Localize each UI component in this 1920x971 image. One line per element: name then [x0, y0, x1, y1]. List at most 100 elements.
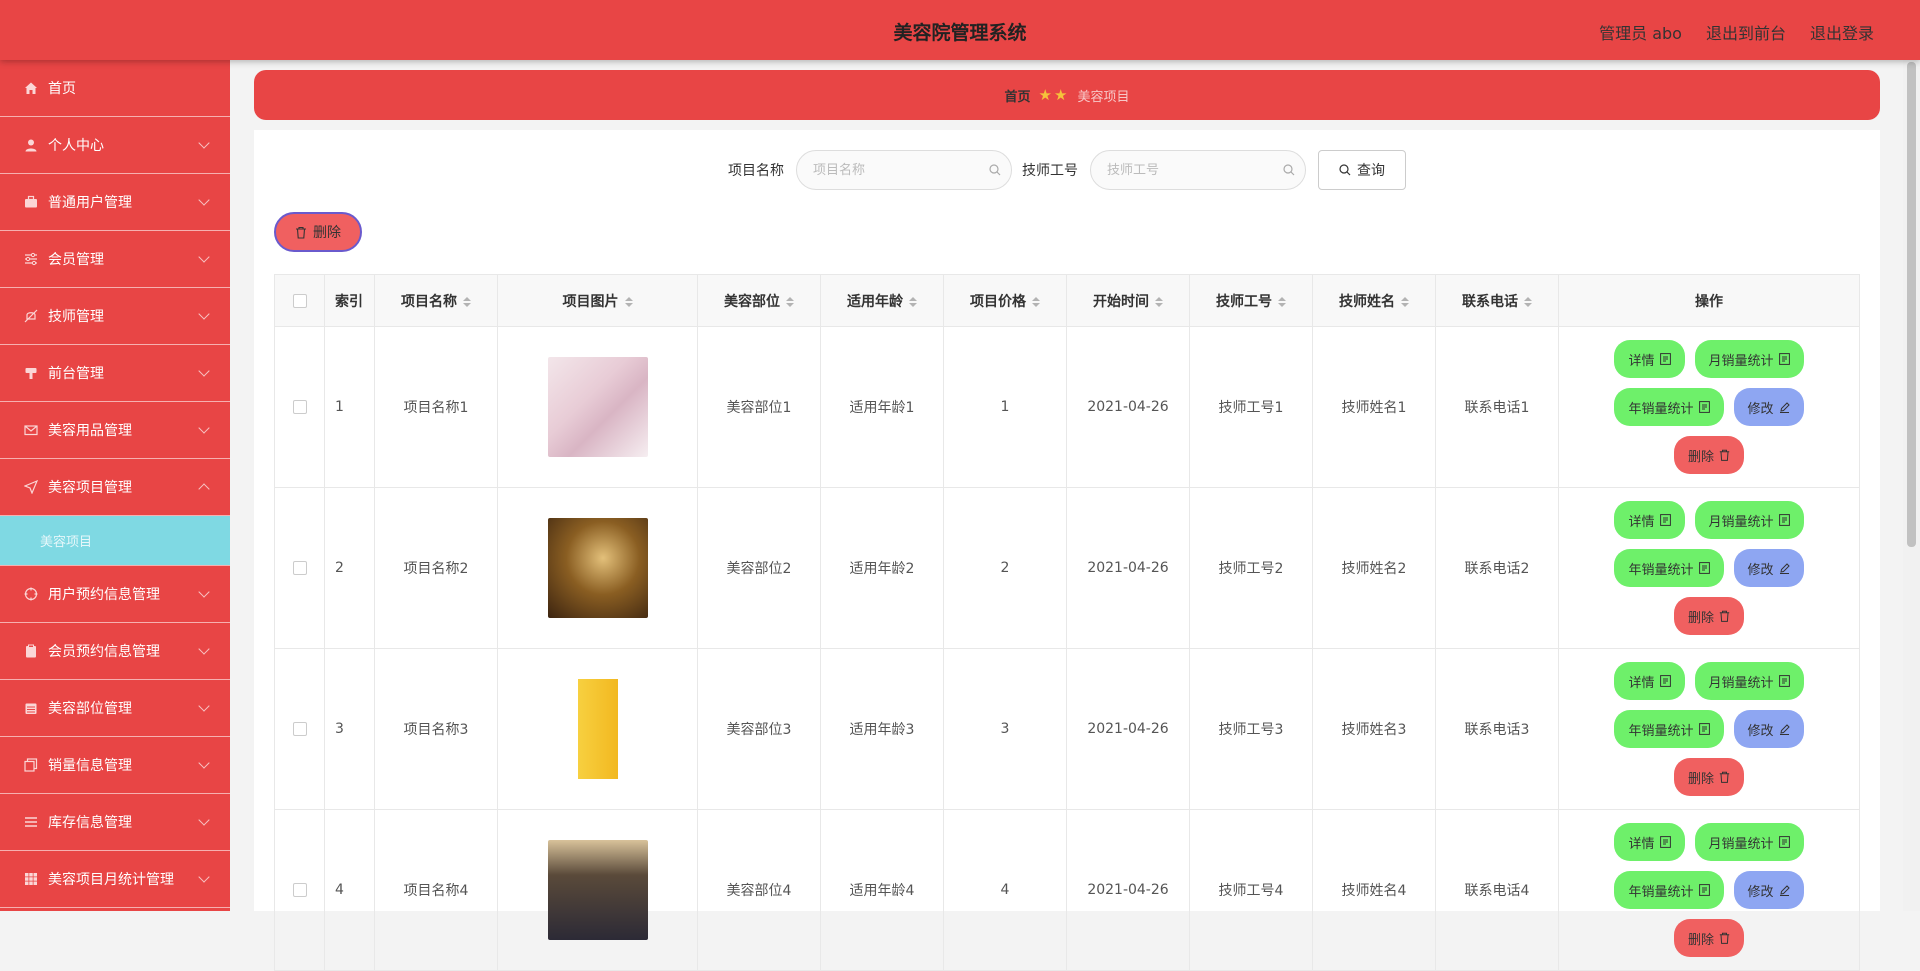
delete-button[interactable]: 删除 — [1673, 758, 1744, 796]
monthly-sales-button[interactable]: 月销量统计 — [1694, 662, 1804, 700]
logout-link[interactable]: 退出登录 — [1810, 20, 1874, 44]
technician-id-input[interactable] — [1091, 151, 1271, 189]
monthly-sales-button[interactable]: 月销量统计 — [1694, 823, 1804, 861]
cell-start-time: 2021-04-26 — [1066, 326, 1190, 488]
column-header-part[interactable]: 美容部位 — [697, 274, 821, 327]
delete-button[interactable]: 删除 — [1673, 597, 1744, 635]
column-header-technician-id[interactable]: 技师工号 — [1189, 274, 1313, 327]
column-header-label: 项目名称 — [401, 293, 457, 310]
monthly-sales-button[interactable]: 月销量统计 — [1694, 501, 1804, 539]
search-icon — [1283, 164, 1295, 176]
project-image[interactable] — [547, 518, 648, 618]
detail-button[interactable]: 详情 — [1614, 501, 1685, 539]
cell-phone: 联系电话1 — [1435, 326, 1559, 488]
sort-icon — [1155, 296, 1163, 307]
sidebar-item-inventory[interactable]: 库存信息管理 — [0, 794, 230, 851]
cell-technician-name: 技师姓名2 — [1312, 487, 1436, 649]
bulk-delete-button[interactable]: 删除 — [274, 212, 362, 252]
sidebar-item-profile[interactable]: 个人中心 — [0, 117, 230, 174]
project-image[interactable] — [547, 840, 648, 940]
column-header-label: 项目图片 — [562, 293, 619, 310]
cell-technician-id: 技师工号3 — [1189, 648, 1313, 810]
edit-button[interactable]: 修改 — [1733, 710, 1804, 748]
sidebar-item-members[interactable]: 会员管理 — [0, 231, 230, 288]
sidebar-item-user-appointments[interactable]: 用户预约信息管理 — [0, 566, 230, 623]
admin-user-label[interactable]: 管理员 abo — [1599, 20, 1682, 44]
document-icon — [1778, 836, 1790, 848]
select-all-checkbox[interactable] — [292, 293, 307, 308]
delete-button[interactable]: 删除 — [1673, 436, 1744, 474]
column-header-label: 项目价格 — [970, 293, 1026, 310]
project-name-input[interactable] — [797, 151, 977, 189]
delete-button-label: 删除 — [1687, 771, 1714, 787]
technician-id-label: 技师工号 — [1022, 163, 1078, 179]
yearly-sales-button[interactable]: 年销量统计 — [1614, 549, 1724, 587]
detail-button[interactable]: 详情 — [1614, 823, 1685, 861]
breadcrumb-home[interactable]: 首页 — [1005, 86, 1031, 105]
chevron-down-icon — [198, 757, 210, 769]
column-header-start-time[interactable]: 开始时间 — [1066, 274, 1190, 327]
main-panel: 项目名称 技师工号 查询 删除 索引 项目名称 项目图片 美容部位 适用年龄 — [254, 130, 1880, 971]
technician-id-field — [1090, 150, 1306, 190]
detail-button[interactable]: 详情 — [1614, 340, 1685, 378]
project-image[interactable] — [547, 679, 648, 779]
top-bar: 美容院管理系统 管理员 abo 退出到前台 退出登录 — [0, 0, 1920, 60]
sidebar-item-beauty-parts[interactable]: 美容部位管理 — [0, 680, 230, 737]
edit-button[interactable]: 修改 — [1733, 871, 1804, 909]
yearly-sales-button[interactable]: 年销量统计 — [1614, 871, 1724, 909]
edit-button-label: 修改 — [1747, 884, 1774, 900]
page-scrollbar[interactable] — [1903, 60, 1920, 911]
cell-index: 4 — [324, 809, 375, 971]
sidebar-item-beauty-projects[interactable]: 美容项目管理 — [0, 459, 230, 516]
yearly-sales-button[interactable]: 年销量统计 — [1614, 388, 1724, 426]
send-icon — [22, 478, 40, 496]
scrollbar-thumb[interactable] — [1907, 62, 1916, 547]
sidebar: 首页 个人中心 普通用户管理 会员管理 技师管理 前台管理 美容用品管理 美容项… — [0, 60, 230, 911]
sidebar-item-users[interactable]: 普通用户管理 — [0, 174, 230, 231]
project-name-label: 项目名称 — [728, 163, 784, 179]
column-header-image[interactable]: 项目图片 — [497, 274, 698, 327]
row-checkbox[interactable] — [292, 883, 307, 897]
sidebar-item-home[interactable]: 首页 — [0, 60, 230, 117]
yearly-sales-button[interactable]: 年销量统计 — [1614, 710, 1724, 748]
row-checkbox[interactable] — [292, 561, 307, 575]
row-checkbox[interactable] — [292, 400, 307, 414]
sidebar-item-member-appointments[interactable]: 会员预约信息管理 — [0, 623, 230, 680]
sidebar-item-beauty-supplies[interactable]: 美容用品管理 — [0, 402, 230, 459]
column-header-technician-name[interactable]: 技师姓名 — [1312, 274, 1436, 327]
cell-image — [497, 648, 698, 810]
exit-to-front-link[interactable]: 退出到前台 — [1706, 20, 1786, 44]
cell-technician-name: 技师姓名4 — [1312, 809, 1436, 971]
detail-button[interactable]: 详情 — [1614, 662, 1685, 700]
sidebar-item-monthly-stats[interactable]: 美容项目月统计管理 — [0, 851, 230, 908]
chevron-down-icon — [198, 814, 210, 826]
query-button[interactable]: 查询 — [1318, 150, 1406, 190]
sidebar-item-front-desk[interactable]: 前台管理 — [0, 345, 230, 402]
column-header-age[interactable]: 适用年龄 — [820, 274, 944, 327]
sort-icon — [1278, 296, 1286, 307]
yearly-sales-label: 年销量统计 — [1628, 562, 1694, 578]
sidebar-item-sales-info[interactable]: 销量信息管理 — [0, 737, 230, 794]
column-header-price[interactable]: 项目价格 — [943, 274, 1067, 327]
monthly-sales-button[interactable]: 月销量统计 — [1694, 340, 1804, 378]
cell-age: 适用年龄3 — [820, 648, 944, 810]
cell-price: 4 — [943, 809, 1067, 971]
trash-icon — [1719, 771, 1730, 783]
edit-button[interactable]: 修改 — [1733, 549, 1804, 587]
column-header-phone[interactable]: 联系电话 — [1435, 274, 1559, 327]
column-header-name[interactable]: 项目名称 — [374, 274, 498, 327]
delete-button[interactable]: 删除 — [1673, 919, 1744, 957]
edit-button-label: 修改 — [1747, 562, 1774, 578]
row-checkbox[interactable] — [292, 722, 307, 736]
chevron-down-icon — [198, 137, 210, 149]
row-select-cell — [274, 648, 325, 810]
sidebar-subitem-beauty-project[interactable]: 美容项目 — [0, 516, 230, 566]
cell-part: 美容部位3 — [697, 648, 821, 810]
chevron-down-icon — [198, 365, 210, 377]
cell-operations: 详情 月销量统计 年销量统计 修改 删除 — [1558, 648, 1860, 810]
sidebar-item-technicians[interactable]: 技师管理 — [0, 288, 230, 345]
sliders-icon — [22, 250, 40, 268]
project-image[interactable] — [547, 357, 648, 457]
monthly-sales-label: 月销量统计 — [1708, 514, 1774, 530]
edit-button[interactable]: 修改 — [1733, 388, 1804, 426]
